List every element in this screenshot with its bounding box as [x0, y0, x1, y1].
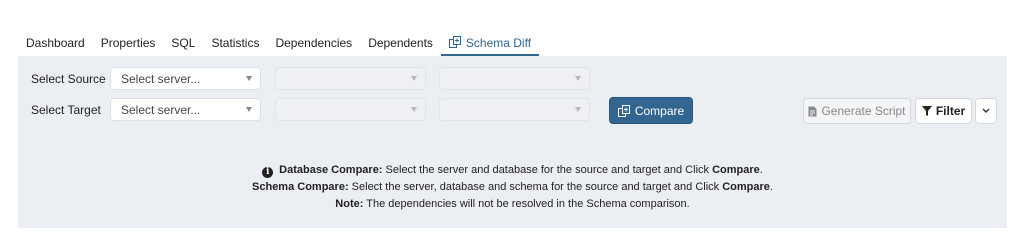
source-schema-select[interactable]: [439, 67, 590, 90]
database-compare-heading: Database Compare:: [279, 164, 383, 176]
instruction-line-schema: Schema Compare: Select the server, datab…: [18, 179, 1007, 196]
source-server-placeholder: Select server...: [121, 71, 201, 86]
script-file-icon: [808, 106, 817, 116]
compare-button[interactable]: Compare: [609, 97, 693, 124]
source-server-select[interactable]: Select server...: [110, 67, 261, 90]
tab-statistics[interactable]: Statistics: [203, 30, 267, 56]
compare-icon: [617, 104, 630, 117]
tab-bar: Dashboard Properties SQL Statistics Depe…: [18, 30, 540, 56]
select-source-label: Select Source: [31, 72, 106, 86]
info-icon: i: [262, 167, 274, 178]
compare-button-label: Compare: [634, 103, 685, 118]
schema-compare-period: .: [769, 181, 773, 193]
instructions-text: i Database Compare: Select the server and…: [18, 162, 1007, 213]
chevron-down-icon: [982, 108, 990, 113]
chevron-down-icon: [575, 107, 581, 112]
tab-sql[interactable]: SQL: [163, 30, 203, 56]
tab-dashboard[interactable]: Dashboard: [18, 30, 93, 56]
chevron-down-icon: [246, 107, 252, 112]
schema-diff-panel: Select Source Select server... Select Ta…: [18, 56, 1007, 228]
tab-dependents[interactable]: Dependents: [360, 30, 441, 56]
chevron-down-icon: [246, 76, 252, 81]
schema-compare-heading: Schema Compare:: [252, 181, 349, 193]
note-text: The dependencies will not be resolved in…: [363, 198, 690, 210]
filter-options-dropdown-button[interactable]: [975, 98, 997, 124]
tab-dependencies[interactable]: Dependencies: [267, 30, 360, 56]
select-target-label: Select Target: [31, 103, 101, 117]
schema-compare-emphasis: Compare: [722, 181, 770, 193]
database-compare-text: Select the server and database for the s…: [382, 164, 713, 176]
note-heading: Note:: [335, 198, 364, 210]
tab-schema-diff-label: Schema Diff: [465, 36, 532, 50]
tab-schema-diff[interactable]: Schema Diff: [440, 30, 540, 56]
generate-script-label: Generate Script: [821, 104, 906, 118]
target-database-select[interactable]: [275, 98, 426, 121]
instruction-line-note: Note: The dependencies will not be resol…: [18, 196, 1007, 213]
filter-button[interactable]: Filter: [915, 98, 972, 124]
tab-properties[interactable]: Properties: [93, 30, 164, 56]
database-compare-emphasis: Compare: [712, 164, 760, 176]
generate-script-button[interactable]: Generate Script: [803, 98, 911, 124]
target-server-placeholder: Select server...: [121, 102, 201, 117]
chevron-down-icon: [411, 76, 417, 81]
database-compare-period: .: [759, 164, 763, 176]
schema-diff-icon: [448, 36, 461, 48]
schema-compare-text: Select the server, database and schema f…: [348, 181, 723, 193]
target-schema-select[interactable]: [439, 98, 590, 121]
filter-label: Filter: [935, 104, 966, 118]
source-database-select[interactable]: [275, 67, 426, 90]
instruction-line-database: i Database Compare: Select the server and…: [18, 162, 1007, 179]
target-server-select[interactable]: Select server...: [110, 98, 261, 121]
chevron-down-icon: [411, 107, 417, 112]
filter-icon: [921, 106, 932, 116]
chevron-down-icon: [575, 76, 581, 81]
